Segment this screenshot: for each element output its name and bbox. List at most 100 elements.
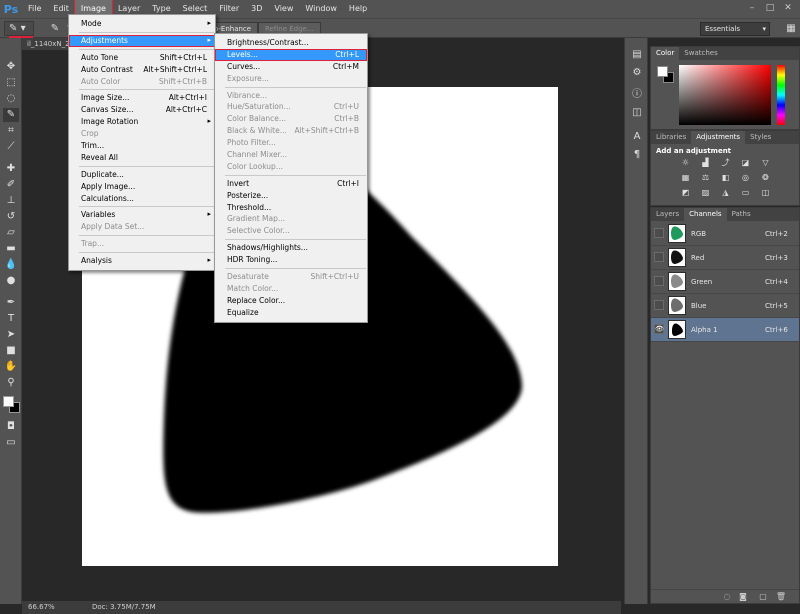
zoom-level[interactable]: 66.67% xyxy=(28,601,55,614)
tab-color[interactable]: Color xyxy=(651,47,680,60)
eraser-tool-icon[interactable]: ▱ xyxy=(3,226,19,240)
exposure-icon[interactable]: ◪ xyxy=(739,157,752,168)
levels-icon[interactable]: ▟ xyxy=(699,157,712,168)
blur-tool-icon[interactable]: 💧 xyxy=(3,258,19,272)
dodge-tool-icon[interactable]: ● xyxy=(3,274,19,288)
channel-row-green[interactable]: Green Ctrl+4 xyxy=(651,270,799,294)
channel-row-red[interactable]: Red Ctrl+3 xyxy=(651,246,799,270)
panel-toggle-icon[interactable]: ▦ xyxy=(784,21,798,36)
tab-libraries[interactable]: Libraries xyxy=(651,131,691,144)
menu-window[interactable]: Window xyxy=(299,0,343,18)
properties-panel-icon[interactable]: ⚙ xyxy=(630,66,644,80)
image-menu-item-auto-contrast[interactable]: Auto Contrast Alt+Shift+Ctrl+L xyxy=(69,64,215,76)
character-panel-icon[interactable]: A xyxy=(630,130,644,144)
image-menu-item-image-size[interactable]: Image Size... Alt+Ctrl+I xyxy=(69,92,215,104)
foreground-color-swatch[interactable] xyxy=(3,396,14,407)
image-menu-item-apply-image[interactable]: Apply Image... xyxy=(69,181,215,193)
menu-filter[interactable]: Filter xyxy=(213,0,245,18)
healing-brush-tool-icon[interactable]: ✚ xyxy=(3,162,19,176)
move-tool-icon[interactable]: ✥ xyxy=(3,60,19,74)
panel-foreground-swatch[interactable] xyxy=(657,66,668,77)
clone-stamp-tool-icon[interactable]: ⊥ xyxy=(3,194,19,208)
channel-row-rgb[interactable]: RGB Ctrl+2 xyxy=(651,222,799,246)
black-white-icon[interactable]: ◧ xyxy=(719,172,732,183)
save-selection-icon[interactable]: ◙ xyxy=(737,592,749,602)
path-selection-tool-icon[interactable]: ➤ xyxy=(3,328,19,342)
tab-channels[interactable]: Channels xyxy=(684,208,727,221)
threshold-icon[interactable]: ◮ xyxy=(719,187,732,198)
visibility-eye-icon[interactable] xyxy=(654,276,664,286)
menu-help[interactable]: Help xyxy=(343,0,373,18)
adjustments-menu-item-curves[interactable]: Curves... Ctrl+M xyxy=(215,61,367,73)
tab-styles[interactable]: Styles xyxy=(745,131,776,144)
image-menu-item-reveal-all[interactable]: Reveal All xyxy=(69,152,215,164)
image-menu-item-image-rotation[interactable]: Image Rotation ▸ xyxy=(69,116,215,128)
channel-mixer-icon[interactable]: ❂ xyxy=(759,172,772,183)
menu-3d[interactable]: 3D xyxy=(245,0,268,18)
visibility-eye-icon[interactable]: 👁 xyxy=(654,324,664,334)
eyedropper-tool-icon[interactable]: ⟋ xyxy=(3,140,19,154)
history-panel-icon[interactable]: ▤ xyxy=(630,48,644,62)
channel-row-blue[interactable]: Blue Ctrl+5 xyxy=(651,294,799,318)
image-menu-item-mode[interactable]: Mode ▸ xyxy=(69,18,215,30)
tab-swatches[interactable]: Swatches xyxy=(679,47,722,60)
posterize-icon[interactable]: ▨ xyxy=(699,187,712,198)
load-selection-icon[interactable]: ◌ xyxy=(721,592,733,602)
history-brush-tool-icon[interactable]: ↺ xyxy=(3,210,19,224)
vibrance-icon[interactable]: ▽ xyxy=(759,157,772,168)
rectangle-tool-icon[interactable]: ■ xyxy=(3,344,19,358)
paragraph-panel-icon[interactable]: ¶ xyxy=(630,148,644,162)
tab-adjustments[interactable]: Adjustments xyxy=(691,131,746,144)
info-panel-icon[interactable]: ⓘ xyxy=(630,88,644,102)
adjustments-menu-item-threshold[interactable]: Threshold... xyxy=(215,202,367,214)
hue-saturation-icon[interactable]: ▦ xyxy=(679,172,692,183)
photo-filter-icon[interactable]: ◎ xyxy=(739,172,752,183)
maximize-icon[interactable]: □ xyxy=(762,2,778,15)
color-balance-icon[interactable]: ⚖ xyxy=(699,172,712,183)
hand-tool-icon[interactable]: ✋ xyxy=(3,360,19,374)
lasso-tool-icon[interactable]: ◌ xyxy=(3,92,19,106)
navigator-panel-icon[interactable]: ◫ xyxy=(630,106,644,120)
image-menu-item-calculations[interactable]: Calculations... xyxy=(69,193,215,205)
adjustments-menu-item-posterize[interactable]: Posterize... xyxy=(215,190,367,202)
menu-view[interactable]: View xyxy=(268,0,299,18)
adjustments-menu-item-replace-color[interactable]: Replace Color... xyxy=(215,295,367,307)
selective-color-icon[interactable]: ◫ xyxy=(759,187,772,198)
image-menu-item-duplicate[interactable]: Duplicate... xyxy=(69,169,215,181)
screen-mode-icon[interactable]: ▭ xyxy=(3,436,19,450)
image-menu-item-trim[interactable]: Trim... xyxy=(69,140,215,152)
marquee-tool-icon[interactable]: ⬚ xyxy=(3,76,19,90)
invert-icon[interactable]: ◩ xyxy=(679,187,692,198)
visibility-eye-icon[interactable] xyxy=(654,300,664,310)
brightness-icon[interactable]: ☼ xyxy=(679,157,692,168)
brush-tool-icon[interactable]: ✐ xyxy=(3,178,19,192)
image-menu-item-auto-tone[interactable]: Auto Tone Shift+Ctrl+L xyxy=(69,52,215,64)
type-tool-icon[interactable]: T xyxy=(3,312,19,326)
close-icon[interactable]: ✕ xyxy=(780,2,796,15)
tool-preset-picker[interactable]: ✎ ▾ xyxy=(4,21,34,38)
tab-paths[interactable]: Paths xyxy=(727,208,756,221)
channel-row-alpha-1[interactable]: 👁 Alpha 1 Ctrl+6 xyxy=(651,318,799,342)
new-channel-icon[interactable]: ▢ xyxy=(757,592,769,602)
curves-icon[interactable]: ⤴ xyxy=(719,157,732,168)
image-menu-item-adjustments[interactable]: Adjustments ▸ xyxy=(69,34,215,47)
image-menu-item-analysis[interactable]: Analysis ▸ xyxy=(69,255,215,267)
quick-selection-icon[interactable]: ✎ xyxy=(48,21,62,36)
visibility-eye-icon[interactable] xyxy=(654,252,664,262)
trash-icon[interactable]: 🗑 xyxy=(775,592,787,602)
color-swatches[interactable] xyxy=(3,396,21,414)
quick-selection-tool-icon[interactable]: ✎ xyxy=(3,108,19,122)
adjustments-menu-item-levels[interactable]: Levels... Ctrl+L xyxy=(215,48,367,61)
color-picker-field[interactable] xyxy=(679,65,771,125)
tab-layers[interactable]: Layers xyxy=(651,208,684,221)
image-menu-item-canvas-size[interactable]: Canvas Size... Alt+Ctrl+C xyxy=(69,104,215,116)
adjustments-menu-item-hdr-toning[interactable]: HDR Toning... xyxy=(215,254,367,266)
quick-mask-icon[interactable]: ◘ xyxy=(3,420,19,434)
adjustments-menu-item-shadows-highlights[interactable]: Shadows/Highlights... xyxy=(215,242,367,254)
adjustments-menu-item-brightness-contrast[interactable]: Brightness/Contrast... xyxy=(215,37,367,49)
visibility-eye-icon[interactable] xyxy=(654,228,664,238)
gradient-tool-icon[interactable]: ▬ xyxy=(3,242,19,256)
minimize-icon[interactable]: – xyxy=(744,2,760,15)
workspace-select[interactable]: Essentials xyxy=(700,22,770,36)
adjustments-menu-item-equalize[interactable]: Equalize xyxy=(215,307,367,319)
